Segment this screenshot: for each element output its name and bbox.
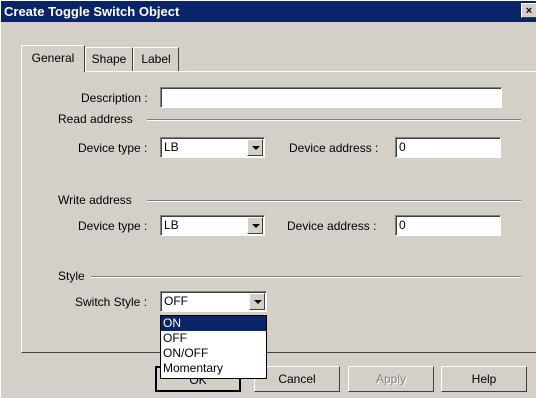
- dropdown-option-on[interactable]: ON: [161, 316, 266, 331]
- apply-button: Apply: [348, 366, 434, 392]
- description-input[interactable]: [160, 87, 502, 108]
- read-device-address-label: Device address :: [289, 141, 379, 155]
- switch-style-dropdown-list: ON OFF ON/OFF Momentary: [160, 315, 267, 379]
- write-device-type-select[interactable]: LB: [160, 215, 265, 236]
- create-toggle-switch-dialog: Create Toggle Switch Object × General Sh…: [0, 0, 536, 398]
- tab-label-label: Label: [141, 52, 171, 66]
- read-address-heading: Read address: [58, 112, 133, 126]
- switch-style-select[interactable]: OFF: [160, 291, 267, 312]
- chevron-down-icon[interactable]: [249, 293, 265, 310]
- read-device-type-label: Device type :: [78, 141, 148, 155]
- write-device-type-label: Device type :: [78, 219, 148, 233]
- window-title: Create Toggle Switch Object: [4, 4, 180, 19]
- write-device-address-label: Device address :: [287, 219, 377, 233]
- read-device-type-select[interactable]: LB: [160, 137, 265, 158]
- tab-shape[interactable]: Shape: [85, 47, 133, 71]
- read-device-address-input[interactable]: 0: [395, 137, 501, 158]
- description-label: Description :: [81, 91, 148, 105]
- write-device-type-value: LB: [164, 218, 179, 232]
- style-heading: Style: [58, 269, 85, 283]
- read-address-divider: [147, 119, 521, 121]
- dropdown-option-on-off[interactable]: ON/OFF: [161, 346, 266, 361]
- tab-general-label: General: [31, 51, 75, 65]
- help-button[interactable]: Help: [441, 366, 527, 392]
- chevron-down-icon[interactable]: [247, 217, 263, 234]
- close-icon: ×: [525, 5, 533, 17]
- dropdown-option-momentary[interactable]: Momentary: [161, 361, 266, 376]
- read-device-type-value: LB: [164, 140, 179, 154]
- chevron-down-icon[interactable]: [247, 139, 263, 156]
- write-device-address-input[interactable]: 0: [395, 215, 501, 236]
- write-address-divider: [147, 200, 521, 202]
- tab-general[interactable]: General: [21, 45, 85, 72]
- dropdown-option-off[interactable]: OFF: [161, 331, 266, 346]
- switch-style-label: Switch Style :: [75, 295, 148, 309]
- tab-label[interactable]: Label: [133, 47, 179, 71]
- tab-shape-label: Shape: [91, 52, 127, 66]
- write-address-heading: Write address: [58, 193, 132, 207]
- close-button[interactable]: ×: [521, 3, 536, 18]
- title-bar[interactable]: Create Toggle Switch Object ×: [1, 1, 536, 22]
- switch-style-value: OFF: [164, 294, 188, 308]
- style-divider: [91, 276, 521, 278]
